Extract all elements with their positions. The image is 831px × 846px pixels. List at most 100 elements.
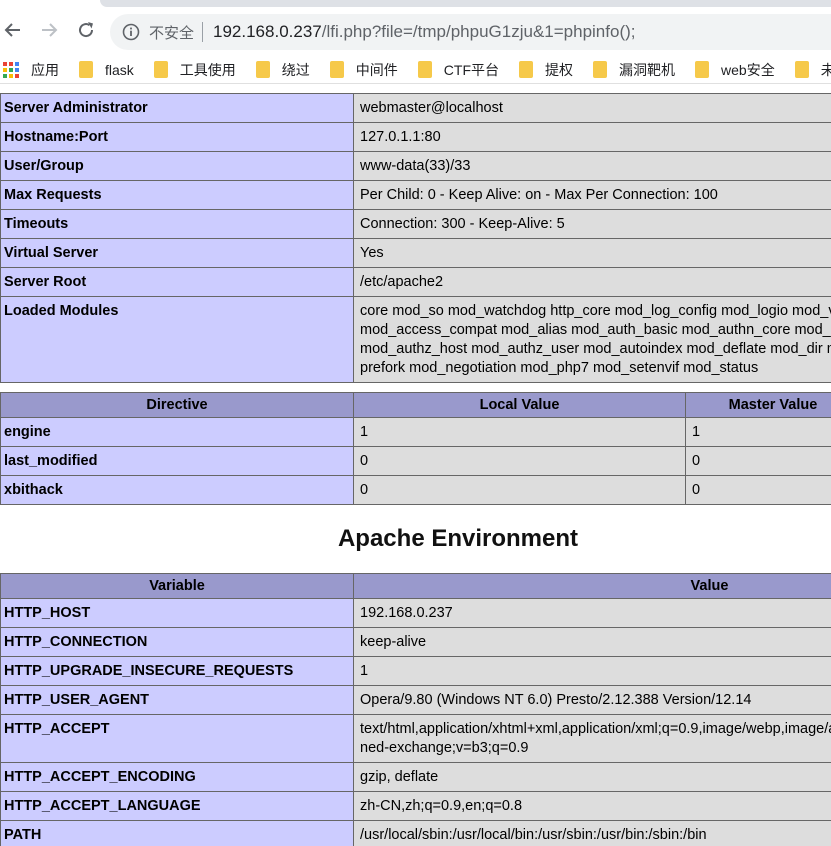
value-line: text/html,application/xhtml+xml,applicat… [360, 721, 831, 737]
row-key: Hostname:Port [0, 122, 354, 152]
bookmark-flask[interactable]: flask [67, 58, 142, 82]
folder-icon [79, 61, 93, 78]
column-header: Directive [0, 392, 354, 418]
table-row: HTTP_ACCEPT text/html,application/xhtml+… [0, 714, 831, 763]
variable-value: Opera/9.80 (Windows NT 6.0) Presto/2.12.… [353, 685, 831, 715]
folder-icon [153, 61, 168, 78]
variable-value: keep-alive [353, 627, 831, 657]
bookmark-ctf[interactable]: CTF平台 [406, 58, 507, 82]
table-row: HTTP_UPGRADE_INSECURE_REQUESTS 1 [0, 656, 831, 686]
variable-value: /usr/local/sbin:/usr/local/bin:/usr/sbin… [353, 820, 831, 846]
bookmark-web-security[interactable]: web安全 [683, 58, 783, 82]
table-row: Virtual Server Yes [0, 238, 831, 268]
bookmark-middleware[interactable]: 中间件 [318, 58, 406, 82]
directive-name: last_modified [0, 446, 354, 476]
apps-grid-icon [3, 61, 19, 78]
master-value: 0 [685, 446, 831, 476]
table-row: Server Administrator webmaster@localhost [0, 93, 831, 123]
bookmark-label: 应用 [31, 61, 59, 78]
omnibox-separator [202, 22, 204, 42]
column-header: Variable [0, 573, 354, 599]
column-header: Master Value [685, 392, 831, 418]
variable-name: PATH [0, 820, 354, 846]
back-button[interactable] [0, 17, 26, 43]
row-key: Max Requests [0, 180, 354, 210]
variable-name: HTTP_HOST [0, 598, 354, 628]
section-heading-apache-environment: Apache Environment [337, 525, 579, 552]
variable-name: HTTP_UPGRADE_INSECURE_REQUESTS [0, 656, 354, 686]
value-line: ned-exchange;v=b3;q=0.9 [360, 740, 529, 756]
variable-name: HTTP_ACCEPT_LANGUAGE [0, 791, 354, 821]
local-value: 0 [353, 475, 686, 505]
bookmark-label: web安全 [721, 61, 775, 78]
local-value: 1 [353, 417, 686, 447]
loaded-modules-value: core mod_so mod_watchdog http_core mod_l… [353, 296, 831, 383]
reload-icon [79, 22, 94, 38]
tab-strip-edge [100, 0, 831, 7]
table-row: Timeouts Connection: 300 - Keep-Alive: 5 [0, 209, 831, 239]
row-key: Loaded Modules [0, 296, 354, 383]
variable-value: 192.168.0.237 [353, 598, 831, 628]
bookmark-vuln-lab[interactable]: 漏洞靶机 [581, 58, 683, 82]
bookmark-tools[interactable]: 工具使用 [142, 58, 244, 82]
column-header: Local Value [353, 392, 686, 418]
variable-name: HTTP_USER_AGENT [0, 685, 354, 715]
module-line: mod_authz_host mod_authz_user mod_autoin… [360, 341, 831, 357]
table-row: HTTP_USER_AGENT Opera/9.80 (Windows NT 6… [0, 685, 831, 715]
table-row: HTTP_CONNECTION keep-alive [0, 627, 831, 657]
info-icon[interactable] [122, 23, 140, 41]
table-row: Max Requests Per Child: 0 - Keep Alive: … [0, 180, 831, 210]
bookmark-apps[interactable]: 应用 [0, 58, 67, 82]
local-value: 0 [353, 446, 686, 476]
url-path[interactable]: /lfi.php?file=/tmp/phpuG1zju&1=phpinfo()… [322, 22, 636, 42]
row-value: Yes [353, 238, 831, 268]
bookmark-label: 提权 [545, 61, 574, 78]
table-row: Server Root /etc/apache2 [0, 267, 831, 297]
bookmark-other[interactable]: 未 [783, 58, 831, 82]
folder-icon [593, 61, 608, 78]
table-row: last_modified 0 0 [0, 446, 831, 476]
bookmark-label: 绕过 [281, 61, 310, 78]
table-header-row: Directive Local Value Master Value [0, 392, 831, 418]
table-row: Loaded Modules core mod_so mod_watchdog … [0, 296, 831, 383]
apache-server-table: Server Administrator webmaster@localhost… [0, 93, 831, 383]
table-row: HTTP_HOST 192.168.0.237 [0, 598, 831, 628]
forward-button[interactable] [36, 17, 62, 43]
directive-table: Directive Local Value Master Value engin… [0, 392, 831, 505]
bookmarks-bar: 应用 flask 工具使用 绕过 中间件 CTF平台 提权 漏洞靶机 web安全… [0, 56, 831, 84]
folder-icon [417, 61, 432, 78]
address-bar[interactable]: 不安全 192.168.0.237 /lfi.php?file=/tmp/php… [110, 14, 831, 50]
module-line: prefork mod_negotiation mod_php7 mod_set… [360, 360, 759, 376]
row-key: User/Group [0, 151, 354, 181]
table-row: xbithack 0 0 [0, 475, 831, 505]
table-row: HTTP_ACCEPT_LANGUAGE zh-CN,zh;q=0.9,en;q… [0, 791, 831, 821]
folder-icon [519, 61, 534, 78]
back-arrow-icon [4, 23, 20, 37]
table-header-row: Variable Value [0, 573, 831, 599]
table-row: engine 1 1 [0, 417, 831, 447]
module-line: core mod_so mod_watchdog http_core mod_l… [360, 303, 831, 319]
table-row: Hostname:Port 127.0.1.1:80 [0, 122, 831, 152]
reload-button[interactable] [73, 17, 99, 43]
bookmark-bypass[interactable]: 绕过 [244, 58, 318, 82]
security-label[interactable]: 不安全 [149, 22, 194, 43]
directive-name: xbithack [0, 475, 354, 505]
row-value: /etc/apache2 [353, 267, 831, 297]
apache-environment-table: Variable Value HTTP_HOST 192.168.0.237 H… [0, 573, 831, 846]
url-host[interactable]: 192.168.0.237 [213, 22, 322, 42]
folder-icon [255, 61, 270, 78]
table-row: User/Group www-data(33)/33 [0, 151, 831, 181]
row-key: Virtual Server [0, 238, 354, 268]
bookmark-label: flask [105, 61, 134, 78]
master-value: 0 [685, 475, 831, 505]
table-row: HTTP_ACCEPT_ENCODING gzip, deflate [0, 762, 831, 792]
bookmark-label: CTF平台 [443, 61, 500, 78]
bookmark-label: 工具使用 [179, 61, 236, 78]
bookmark-privesc[interactable]: 提权 [507, 58, 581, 82]
bookmark-label: 未 [821, 60, 831, 80]
page-content[interactable]: Server Administrator webmaster@localhost… [0, 85, 831, 846]
table-row: PATH /usr/local/sbin:/usr/local/bin:/usr… [0, 820, 831, 846]
row-value: webmaster@localhost [353, 93, 831, 123]
module-line: mod_access_compat mod_alias mod_auth_bas… [360, 322, 831, 338]
row-value: Connection: 300 - Keep-Alive: 5 [353, 209, 831, 239]
